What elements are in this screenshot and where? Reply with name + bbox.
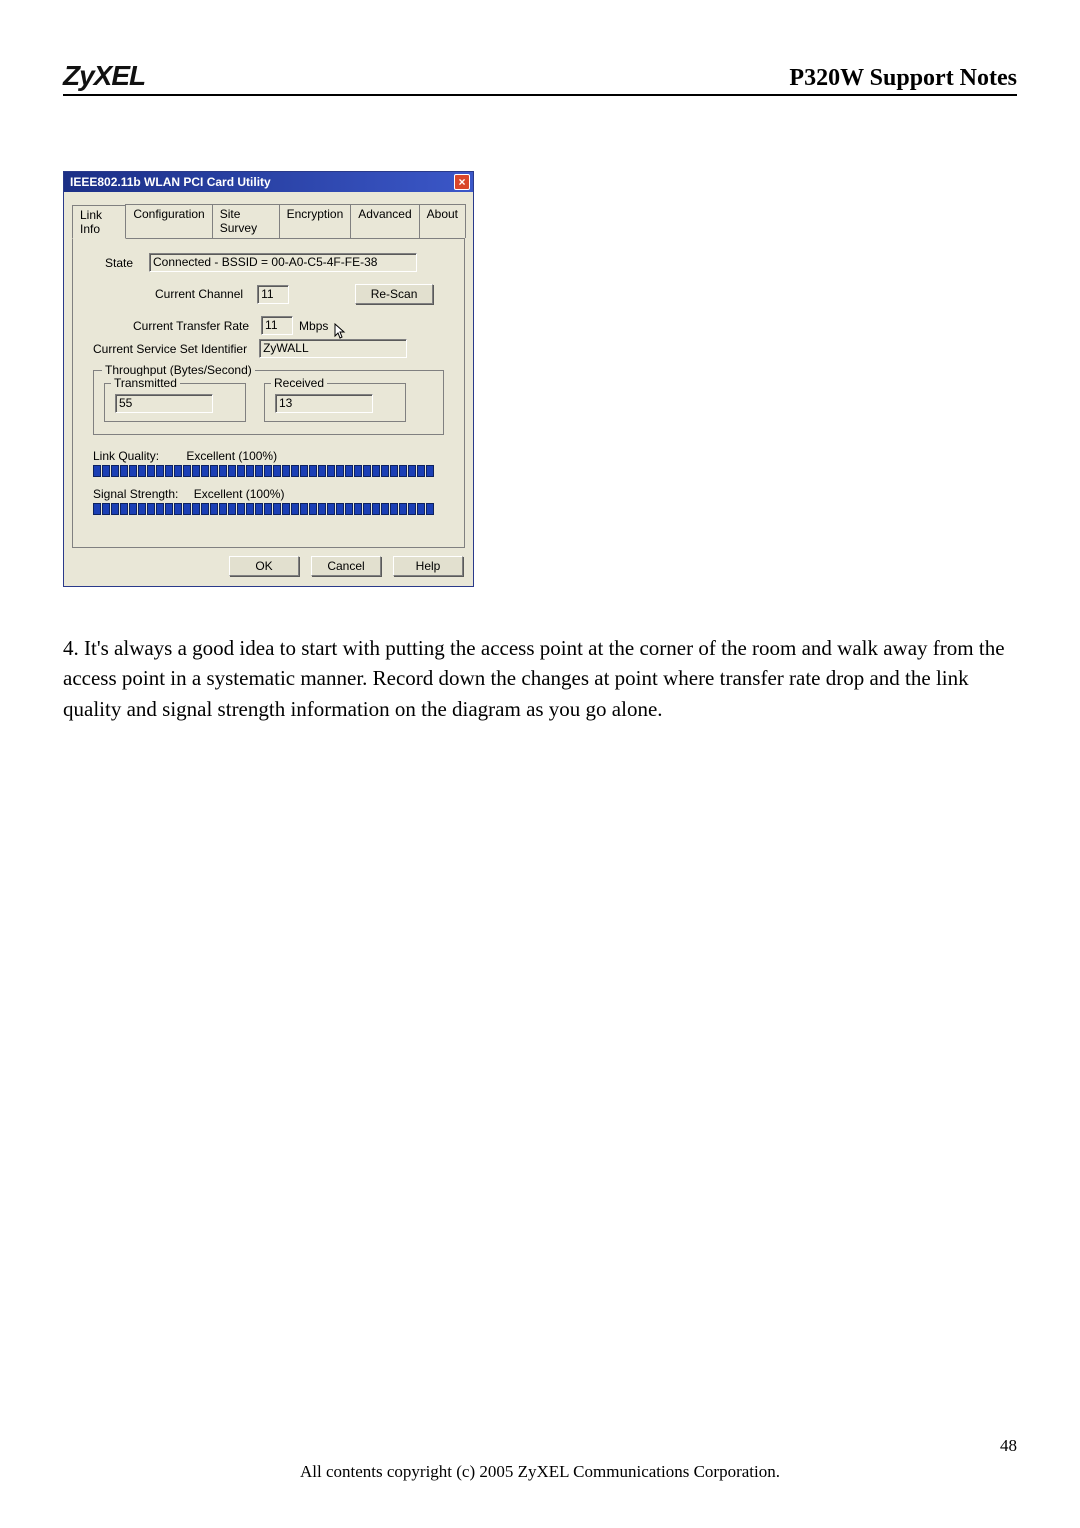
throughput-group: Throughput (Bytes/Second) Transmitted 55… — [93, 370, 444, 435]
dialog-buttons: OK Cancel Help — [64, 556, 463, 576]
tab-link-info[interactable]: Link Info — [72, 205, 126, 239]
titlebar: IEEE802.11b WLAN PCI Card Utility × — [64, 172, 473, 192]
transmitted-group: Transmitted 55 — [104, 383, 246, 422]
tab-about[interactable]: About — [419, 204, 466, 238]
close-icon[interactable]: × — [454, 174, 470, 190]
current-channel-label: Current Channel — [155, 287, 243, 301]
tab-site-survey[interactable]: Site Survey — [212, 204, 280, 238]
link-quality-bar — [93, 465, 452, 479]
transfer-rate-field: 11 — [261, 316, 293, 335]
throughput-group-label: Throughput (Bytes/Second) — [102, 363, 255, 377]
transmitted-label: Transmitted — [111, 376, 180, 390]
state-field: Connected - BSSID = 00-A0-C5-4F-FE-38 — [149, 253, 417, 272]
state-label: State — [105, 256, 143, 270]
brand-logo: ZyXEL — [63, 60, 145, 92]
ssid-field: ZyWALL — [259, 339, 407, 358]
window-title: IEEE802.11b WLAN PCI Card Utility — [70, 175, 271, 189]
received-group: Received 13 — [264, 383, 406, 422]
transfer-rate-unit: Mbps — [299, 319, 328, 333]
received-field: 13 — [275, 394, 373, 413]
signal-strength-bar — [93, 503, 452, 517]
page-number: 48 — [1000, 1436, 1017, 1456]
tab-configuration[interactable]: Configuration — [125, 204, 212, 238]
transfer-rate-label: Current Transfer Rate — [133, 319, 249, 333]
current-channel-field: 11 — [257, 285, 289, 304]
tab-advanced[interactable]: Advanced — [350, 204, 419, 238]
received-label: Received — [271, 376, 327, 390]
rescan-button[interactable]: Re-Scan — [355, 284, 433, 304]
page-header: ZyXEL P320W Support Notes — [63, 60, 1017, 96]
ok-button[interactable]: OK — [229, 556, 299, 576]
doc-title: P320W Support Notes — [789, 65, 1017, 92]
cursor-icon — [334, 323, 348, 341]
ssid-label: Current Service Set Identifier — [93, 342, 247, 356]
signal-strength-value: Excellent (100%) — [194, 487, 285, 501]
footer-copyright: All contents copyright (c) 2005 ZyXEL Co… — [0, 1462, 1080, 1482]
tab-encryption[interactable]: Encryption — [279, 204, 352, 238]
paragraph-4: 4. It's always a good idea to start with… — [63, 633, 1017, 724]
tab-body: State Connected - BSSID = 00-A0-C5-4F-FE… — [72, 239, 465, 548]
signal-strength-label: Signal Strength: — [93, 487, 178, 501]
transmitted-field: 55 — [115, 394, 213, 413]
help-button[interactable]: Help — [393, 556, 463, 576]
tab-strip: Link Info Configuration Site Survey Encr… — [72, 204, 465, 239]
wlan-utility-window: IEEE802.11b WLAN PCI Card Utility × Link… — [63, 171, 474, 587]
link-quality-value: Excellent (100%) — [186, 449, 277, 463]
cancel-button[interactable]: Cancel — [311, 556, 381, 576]
link-quality-label: Link Quality: — [93, 449, 159, 463]
